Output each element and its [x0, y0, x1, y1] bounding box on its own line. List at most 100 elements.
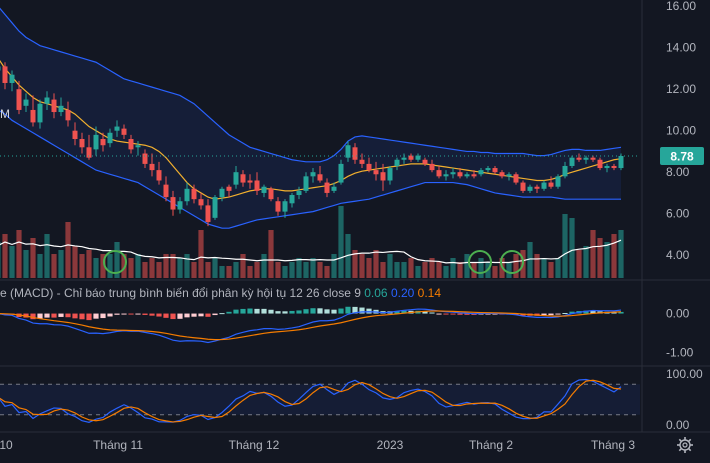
volume-bar — [23, 250, 29, 278]
volume-bar — [86, 250, 92, 278]
candle-body — [401, 157, 407, 160]
macd-histogram-bar — [177, 313, 183, 319]
volume-bar — [0, 242, 1, 278]
price-pane-label: M — [0, 107, 10, 121]
volume-bar — [177, 258, 183, 278]
candle-body — [478, 170, 484, 175]
volume-bar — [338, 206, 344, 278]
volume-bar — [212, 258, 218, 278]
volume-bar — [618, 230, 624, 278]
macd-histogram-bar — [303, 309, 309, 314]
volume-bar — [184, 254, 190, 278]
macd-histogram-bar — [345, 306, 351, 314]
candle-body — [114, 126, 120, 131]
volume-bar — [443, 266, 449, 278]
candle-body — [562, 165, 568, 177]
macd-histogram-bar — [254, 308, 260, 314]
candle-body — [65, 109, 71, 121]
candle-body — [394, 159, 400, 166]
candle-body — [604, 165, 610, 169]
volume-bar — [275, 262, 281, 278]
candle-body — [79, 139, 85, 148]
candle-body — [450, 172, 456, 175]
time-axis-label: Tháng 12 — [229, 438, 280, 452]
volume-bar — [191, 262, 197, 278]
candle-body — [93, 134, 99, 150]
volume-bar — [2, 234, 8, 278]
macd-histogram-bar — [562, 313, 568, 315]
candle-body — [254, 180, 260, 191]
macd-histogram-bar — [79, 313, 85, 320]
volume-bar — [205, 262, 211, 278]
volume-bar — [359, 254, 365, 278]
volume-bar — [387, 254, 393, 278]
macd-histogram-bar — [191, 313, 197, 317]
candle-body — [51, 99, 57, 113]
candle-body — [422, 159, 428, 164]
macd-histogram-bar — [86, 313, 92, 321]
volume-bar — [331, 254, 337, 278]
candle-body — [177, 201, 183, 210]
macd-histogram-value: 0.06 — [364, 286, 388, 300]
candle-body — [163, 184, 169, 198]
macd-histogram-bar — [436, 313, 442, 315]
oscillator-axis-tick: 0.00 — [666, 418, 690, 432]
candle-body — [219, 188, 225, 198]
candle-body — [541, 182, 547, 189]
macd-histogram-bar — [268, 309, 274, 314]
candle-body — [317, 174, 323, 181]
candle-body — [527, 186, 533, 191]
volume-bar — [128, 258, 134, 278]
volume-bar — [16, 230, 22, 278]
macd-histogram-bar — [331, 309, 337, 314]
macd-histogram-bar — [338, 308, 344, 314]
candle-body — [520, 182, 526, 191]
candle-body — [23, 99, 29, 106]
volume-bar — [394, 262, 400, 278]
macd-histogram-bar — [324, 309, 330, 314]
candle-body — [555, 176, 561, 187]
macd-histogram-bar — [44, 313, 50, 318]
macd-histogram-bar — [128, 313, 134, 315]
gear-icon[interactable] — [676, 436, 694, 454]
candle-body — [226, 186, 232, 191]
volume-bar — [541, 258, 547, 278]
macd-histogram-bar — [198, 313, 204, 317]
candle-body — [359, 159, 365, 164]
macd-legend: e (MACD) - Chỉ báo trung bình biến đổi p… — [0, 286, 441, 300]
macd-axis-tick: 0.00 — [666, 307, 690, 321]
macd-histogram-bar — [457, 313, 463, 315]
volume-bar — [226, 266, 232, 278]
volume-bar — [79, 254, 85, 278]
macd-histogram-bar — [275, 311, 281, 314]
candle-body — [352, 147, 358, 160]
time-axis-label: Tháng 3 — [591, 438, 635, 452]
macd-histogram-bar — [93, 313, 99, 319]
macd-histogram-bar — [296, 310, 302, 314]
candle-body — [205, 205, 211, 222]
macd-histogram-bar — [205, 313, 211, 317]
volume-bar — [604, 242, 610, 278]
candle-body — [457, 172, 463, 177]
volume-bar — [373, 250, 379, 278]
volume-bar — [415, 266, 421, 278]
macd-histogram-bar — [51, 313, 57, 318]
time-axis-label: Tháng 2 — [469, 438, 513, 452]
macd-histogram-bar — [114, 313, 120, 315]
macd-legend-name: e (MACD) - Chỉ báo trung bình biến đổi p… — [0, 286, 287, 300]
volume-bar — [310, 258, 316, 278]
volume-bar — [233, 262, 239, 278]
stock-chart[interactable]: 8.78 16.00 14.00 12.00 10.00 8.00 6.00 4.00 M 0.0… — [0, 0, 710, 463]
candle-body — [44, 97, 50, 104]
macd-histogram-bar — [219, 313, 225, 315]
volume-bar — [317, 262, 323, 278]
volume-bar — [156, 262, 162, 278]
candle-body — [240, 174, 246, 183]
volume-bar — [219, 266, 225, 278]
macd-histogram-bar — [310, 308, 316, 314]
price-axis-tick: 12.00 — [666, 82, 696, 96]
candle-body — [548, 182, 554, 187]
candle-body — [268, 188, 274, 200]
volume-bar — [478, 258, 484, 278]
price-axis-tick: 14.00 — [666, 41, 696, 55]
